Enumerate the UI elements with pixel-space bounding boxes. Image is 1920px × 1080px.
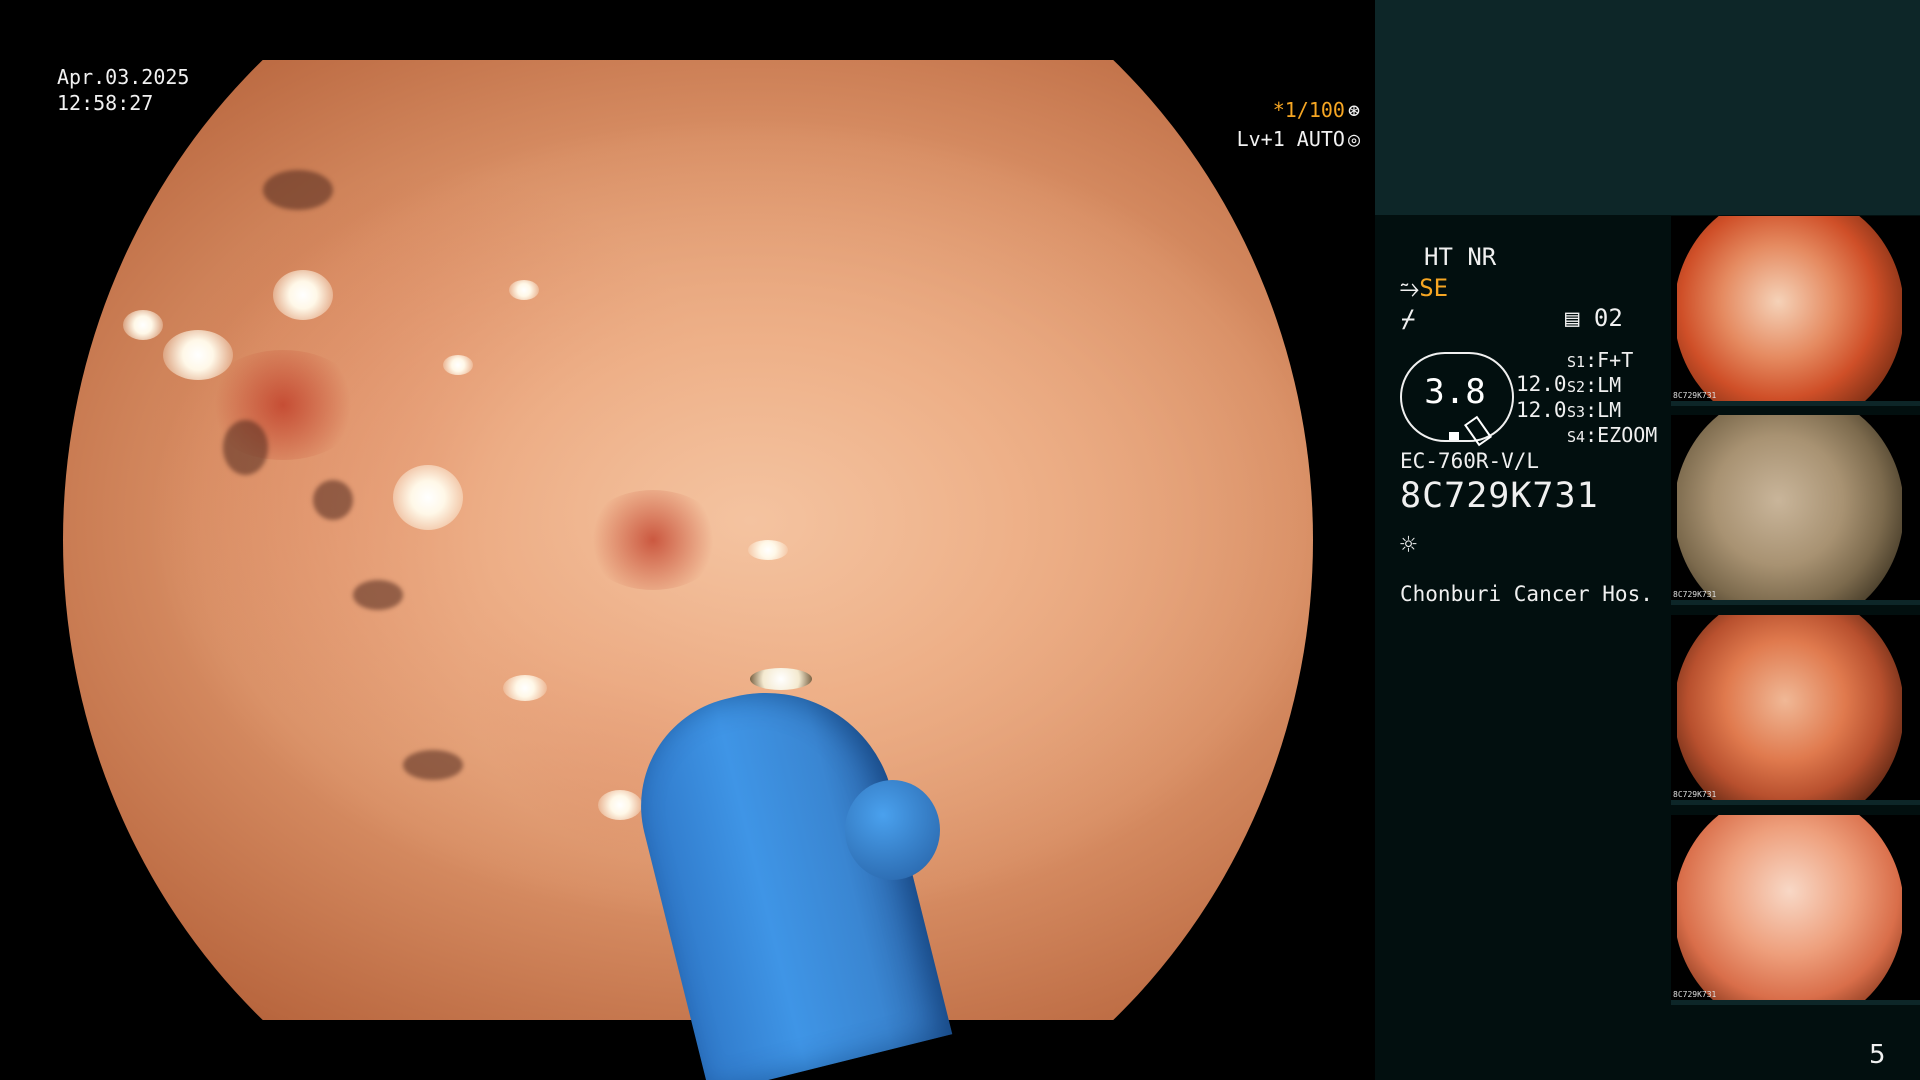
scope-switch-value: LM bbox=[1597, 398, 1622, 422]
scope-serial: 8C729K731 bbox=[1400, 476, 1599, 516]
light-reflection bbox=[273, 270, 333, 320]
memo-icon: ▤ bbox=[1565, 304, 1580, 332]
mucosal-spot bbox=[313, 480, 353, 520]
enhancement-mode: Lv+1 AUTO ◎ bbox=[1237, 126, 1360, 152]
thumbnail-image bbox=[1677, 415, 1902, 605]
mucosal-spot bbox=[403, 750, 463, 780]
captured-thumbnail[interactable]: 8C729K731 bbox=[1671, 415, 1920, 605]
scope-switch-3: S3:LM bbox=[1567, 398, 1622, 422]
mucosal-spot bbox=[223, 420, 268, 475]
thumbnail-serial: 8C729K731 bbox=[1673, 990, 1717, 999]
scope-switch-value: LM bbox=[1597, 373, 1622, 397]
thumbnail-footer bbox=[1671, 600, 1920, 605]
light-source-icon: ☼ bbox=[1400, 528, 1417, 561]
page-number: 5 bbox=[1869, 1040, 1886, 1070]
thumbnail-image bbox=[1677, 815, 1902, 1005]
scope-switch-value: EZOOM bbox=[1597, 423, 1658, 447]
processing-flags: HT NR bbox=[1424, 243, 1497, 271]
aperture-icon: ⊛ bbox=[1347, 98, 1360, 122]
mucosal-spot bbox=[353, 580, 403, 610]
light-reflection bbox=[748, 540, 788, 560]
gauge-marker bbox=[1449, 432, 1459, 440]
zoom-value: 3.8 bbox=[1424, 372, 1486, 412]
instrument-tip bbox=[750, 668, 812, 690]
light-reflection bbox=[123, 310, 163, 340]
shutter-value: *1/100 bbox=[1272, 98, 1345, 122]
thumbnail-serial: 8C729K731 bbox=[1673, 790, 1717, 799]
thumbnail-footer bbox=[1671, 401, 1920, 406]
panel-header-area bbox=[1375, 0, 1920, 215]
scope-switch-4: S4:EZOOM bbox=[1567, 423, 1658, 447]
instrument-cap bbox=[845, 780, 940, 880]
setting-value-1: 12.0 bbox=[1516, 372, 1567, 396]
memo-count: 02 bbox=[1593, 304, 1623, 332]
thumbnail-footer bbox=[1671, 800, 1920, 805]
thumbnail-serial: 8C729K731 bbox=[1673, 391, 1717, 400]
structure-enhancement: ⥲SE bbox=[1400, 274, 1448, 302]
enhancement-mode-value: Lv+1 AUTO bbox=[1236, 127, 1345, 151]
color-enhance-icon: ⌿ bbox=[1401, 305, 1416, 333]
light-reflection bbox=[509, 280, 539, 300]
light-reflection bbox=[598, 790, 642, 820]
scope-switch-key: S3 bbox=[1567, 403, 1586, 421]
scope-switch-2: S2:LM bbox=[1567, 373, 1622, 397]
structure-mode: SE bbox=[1419, 274, 1449, 302]
scope-switch-value: F+T bbox=[1597, 348, 1634, 372]
shutter-speed: *1/100 ⊛ bbox=[1273, 97, 1360, 123]
light-reflection bbox=[443, 355, 473, 375]
thumbnail-footer bbox=[1671, 1000, 1920, 1005]
thumbnail-image bbox=[1677, 615, 1902, 805]
thumbnail-serial: 8C729K731 bbox=[1673, 590, 1717, 599]
time: 12:58:27 bbox=[57, 91, 154, 115]
mucosal-spot bbox=[263, 170, 333, 210]
captured-thumbnail[interactable]: 8C729K731 bbox=[1671, 815, 1920, 1005]
thumbnail-image bbox=[1677, 216, 1902, 406]
main-endoscope-view: Apr.03.2025 12:58:27 bbox=[0, 0, 1375, 1080]
light-reflection bbox=[163, 330, 233, 380]
light-reflection bbox=[393, 465, 463, 530]
date: Apr.03.2025 bbox=[57, 65, 190, 89]
hospital-name: Chonburi Cancer Hos. bbox=[1400, 582, 1653, 606]
setting-value-2: 12.0 bbox=[1516, 398, 1567, 422]
iris-icon: ◎ bbox=[1347, 127, 1360, 151]
date-time: Apr.03.2025 12:58:27 bbox=[57, 64, 189, 116]
scope-switch-key: S1 bbox=[1567, 353, 1586, 371]
scope-switch-key: S2 bbox=[1567, 378, 1586, 396]
captured-thumbnail[interactable]: 8C729K731 bbox=[1671, 216, 1920, 406]
light-reflection bbox=[503, 675, 547, 701]
scope-model: EC-760R-V/L bbox=[1400, 449, 1540, 473]
scope-switch-1: S1:F+T bbox=[1567, 348, 1634, 372]
scope-switch-key: S4 bbox=[1567, 428, 1586, 446]
structure-enhance-icon: ⥲ bbox=[1400, 274, 1420, 302]
memo-counter: ▤ 02 bbox=[1565, 304, 1623, 332]
captured-thumbnail[interactable]: 8C729K731 bbox=[1671, 615, 1920, 805]
erythema-area bbox=[583, 490, 723, 590]
